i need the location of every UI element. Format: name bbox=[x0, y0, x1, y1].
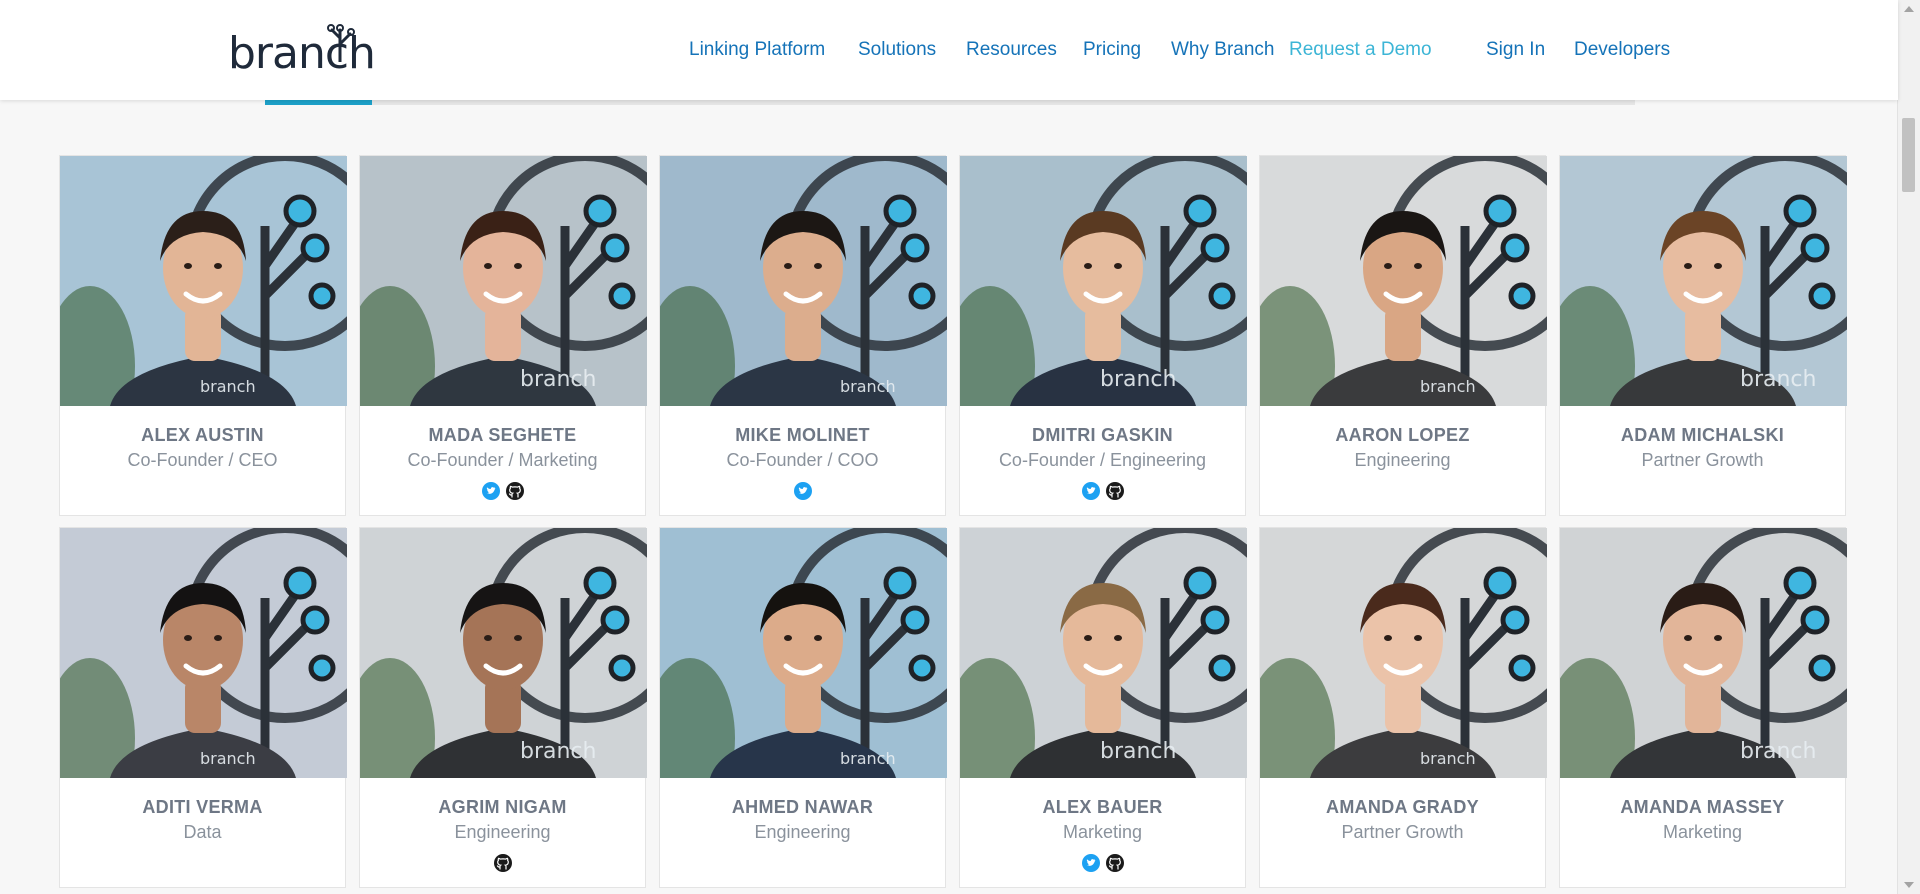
team-member-name: DMITRI GASKIN bbox=[1032, 425, 1173, 445]
team-member-photo: branch bbox=[660, 528, 947, 778]
svg-text:branch: branch bbox=[1740, 367, 1816, 392]
team-member-name: ADAM MICHALSKI bbox=[1620, 425, 1785, 445]
team-member-role: Marketing bbox=[1062, 822, 1143, 842]
team-member-card: branch ALEX BAUER Marketing bbox=[959, 527, 1247, 888]
nav-sign-in[interactable]: Sign In bbox=[1486, 39, 1545, 61]
twitter-icon[interactable] bbox=[793, 482, 812, 500]
logo-tree-icon bbox=[327, 24, 355, 62]
svg-text:branch: branch bbox=[520, 739, 596, 764]
team-member-role: Engineering bbox=[1354, 450, 1451, 470]
social-links bbox=[660, 482, 945, 500]
team-member-card: branch AGRIM NIGAM Engineering bbox=[359, 527, 647, 888]
scroll-up-arrow-icon[interactable] bbox=[1904, 6, 1914, 12]
github-icon[interactable] bbox=[1105, 854, 1124, 872]
github-icon[interactable] bbox=[493, 854, 512, 872]
team-member-role: Co-Founder / Marketing bbox=[407, 450, 598, 470]
branch-logo[interactable]: branch bbox=[228, 22, 376, 79]
team-member-photo: branch bbox=[1260, 528, 1547, 778]
team-member-role: Co-Founder / Engineering bbox=[998, 450, 1207, 470]
svg-text:branch: branch bbox=[1420, 377, 1476, 396]
team-member-name: AMANDA MASSEY bbox=[1620, 797, 1785, 817]
section-tab-strip bbox=[265, 100, 1635, 105]
twitter-icon[interactable] bbox=[1081, 482, 1100, 500]
svg-text:branch: branch bbox=[840, 749, 896, 768]
team-member-card: branch MADA SEGHETE Co-Founder / Marketing bbox=[359, 155, 647, 516]
page-scrollbar[interactable] bbox=[1897, 0, 1920, 894]
team-member-card: branch ADAM MICHALSKI Partner Growth bbox=[1559, 155, 1847, 516]
team-member-role: Partner Growth bbox=[1641, 450, 1764, 470]
svg-text:branch: branch bbox=[1740, 739, 1816, 764]
nav-pricing[interactable]: Pricing bbox=[1083, 39, 1141, 61]
twitter-icon[interactable] bbox=[1081, 854, 1100, 872]
team-member-name: ADITI VERMA bbox=[142, 797, 263, 817]
social-links bbox=[360, 482, 645, 500]
team-member-role: Co-Founder / CEO bbox=[127, 450, 278, 470]
team-member-card: branch AARON LOPEZ Engineering bbox=[1259, 155, 1547, 516]
social-links bbox=[360, 854, 645, 872]
github-icon[interactable] bbox=[1105, 482, 1124, 500]
svg-text:branch: branch bbox=[1420, 749, 1476, 768]
team-member-photo: branch bbox=[960, 156, 1247, 406]
team-member-role: Engineering bbox=[754, 822, 851, 842]
svg-text:branch: branch bbox=[200, 749, 256, 768]
svg-text:branch: branch bbox=[520, 367, 596, 392]
team-member-card: branch ADITI VERMA Data bbox=[59, 527, 347, 888]
nav-linking-platform[interactable]: Linking Platform bbox=[689, 39, 825, 61]
team-member-name: ALEX BAUER bbox=[1042, 797, 1163, 817]
team-member-card: branch AHMED NAWAR Engineering bbox=[659, 527, 947, 888]
active-tab-indicator bbox=[265, 100, 372, 105]
team-member-role: Co-Founder / COO bbox=[726, 450, 879, 470]
twitter-icon[interactable] bbox=[481, 482, 500, 500]
svg-text:branch: branch bbox=[1100, 739, 1176, 764]
team-member-name: ALEX AUSTIN bbox=[141, 425, 264, 445]
site-header: branch Linking Platform Solutions Resour… bbox=[0, 0, 1898, 100]
team-member-role: Engineering bbox=[454, 822, 551, 842]
team-member-name: AGRIM NIGAM bbox=[438, 797, 567, 817]
team-member-name: AHMED NAWAR bbox=[731, 797, 874, 817]
team-member-name: MIKE MOLINET bbox=[735, 425, 870, 445]
team-member-role: Data bbox=[183, 822, 222, 842]
nav-request-demo[interactable]: Request a Demo bbox=[1289, 39, 1432, 61]
team-member-card: branch MIKE MOLINET Co-Founder / COO bbox=[659, 155, 947, 516]
team-member-name: AMANDA GRADY bbox=[1326, 797, 1479, 817]
github-icon[interactable] bbox=[505, 482, 524, 500]
nav-solutions[interactable]: Solutions bbox=[858, 39, 936, 61]
nav-developers[interactable]: Developers bbox=[1574, 39, 1670, 61]
team-member-card: branch ALEX AUSTIN Co-Founder / CEO bbox=[59, 155, 347, 516]
team-member-photo: branch bbox=[960, 528, 1247, 778]
social-links bbox=[960, 482, 1245, 500]
team-member-role: Marketing bbox=[1662, 822, 1743, 842]
team-member-photo: branch bbox=[1560, 156, 1847, 406]
team-member-photo: branch bbox=[1560, 528, 1847, 778]
team-member-card: branch DMITRI GASKIN Co-Founder / Engineer… bbox=[959, 155, 1247, 516]
team-member-name: AARON LOPEZ bbox=[1335, 425, 1470, 445]
team-member-role: Partner Growth bbox=[1341, 822, 1464, 842]
team-member-photo: branch bbox=[1260, 156, 1547, 406]
team-member-card: branch AMANDA GRADY Partner Growth bbox=[1259, 527, 1547, 888]
social-links bbox=[960, 854, 1245, 872]
svg-text:branch: branch bbox=[840, 377, 896, 396]
svg-text:branch: branch bbox=[200, 377, 256, 396]
nav-resources[interactable]: Resources bbox=[966, 39, 1057, 61]
team-member-photo: branch bbox=[360, 156, 647, 406]
scrollbar-thumb[interactable] bbox=[1902, 118, 1915, 192]
team-member-card: branch AMANDA MASSEY Marketing bbox=[1559, 527, 1847, 888]
team-member-photo: branch bbox=[660, 156, 947, 406]
team-member-name: MADA SEGHETE bbox=[428, 425, 577, 445]
scroll-down-arrow-icon[interactable] bbox=[1904, 882, 1914, 888]
team-member-photo: branch bbox=[60, 528, 347, 778]
svg-text:branch: branch bbox=[1100, 367, 1176, 392]
nav-why-branch[interactable]: Why Branch bbox=[1171, 39, 1274, 61]
team-member-photo: branch bbox=[360, 528, 647, 778]
team-member-photo: branch bbox=[60, 156, 347, 406]
